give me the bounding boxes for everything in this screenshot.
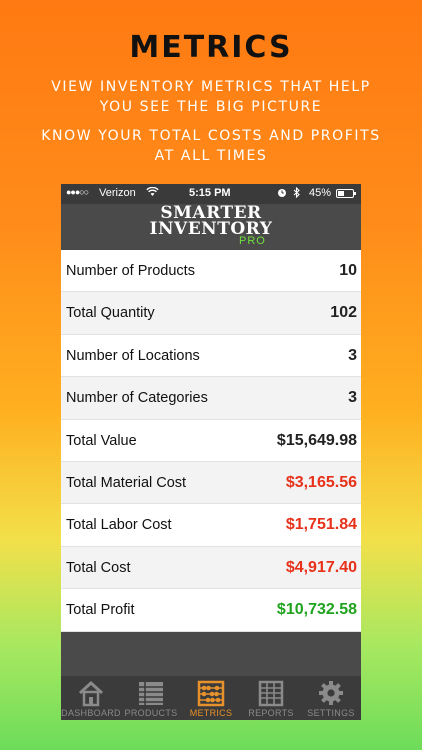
alarm-clock-icon — [277, 187, 287, 201]
metric-row-total-labor-cost: Total Labor Cost $1,751.84 — [61, 504, 361, 547]
tab-products[interactable]: PRODUCTS — [121, 676, 181, 720]
tab-label: REPORTS — [248, 708, 294, 718]
status-bar: ●●●○○ Verizon 5:15 PM 45% — [61, 184, 361, 204]
app-header: SMARTER INVENTORY PRO — [61, 203, 361, 250]
metric-row-total-material-cost: Total Material Cost $3,165.56 — [61, 461, 361, 505]
promo-line-3: KNOW YOUR TOTAL COSTS AND PROFITS — [41, 128, 381, 144]
metric-label: Total Value — [66, 432, 137, 449]
metric-label: Total Quantity — [66, 305, 155, 322]
tab-dashboard[interactable]: DASHBOARD — [61, 676, 121, 720]
metric-value: 3 — [348, 346, 357, 364]
promo-line-1: VIEW INVENTORY METRICS THAT HELP — [51, 79, 371, 95]
tab-settings[interactable]: SETTINGS — [301, 676, 361, 720]
tab-metrics[interactable]: METRICS — [181, 676, 241, 720]
logo-pro-badge: PRO — [239, 235, 266, 247]
metric-value: $3,165.56 — [285, 473, 357, 491]
promo-line-4: AT ALL TIMES — [154, 148, 268, 164]
phone-screen: ●●●○○ Verizon 5:15 PM 45% SMARTER INVENT… — [61, 184, 361, 720]
metric-row-total-cost: Total Cost $4,917.40 — [61, 546, 361, 590]
metric-value: $1,751.84 — [285, 516, 357, 534]
report-sheet-icon — [257, 679, 285, 707]
metric-label: Total Labor Cost — [66, 517, 172, 534]
battery-percent: 45% — [309, 187, 332, 199]
tab-label: SETTINGS — [307, 708, 355, 718]
product-list-icon — [137, 679, 165, 707]
tab-bar: DASHBOARD PRODUCTS METRICS REPORTS SETTI… — [61, 676, 361, 720]
tab-label: DASHBOARD — [61, 708, 121, 718]
logo-line-2: INVENTORY — [149, 219, 273, 239]
tab-label: PRODUCTS — [124, 708, 178, 718]
wifi-icon — [146, 186, 159, 200]
metric-row-number-of-products: Number of Products 10 — [61, 250, 361, 293]
promo-line-2: YOU SEE THE BIG PICTURE — [99, 99, 323, 115]
tab-reports[interactable]: REPORTS — [241, 676, 301, 720]
metric-value: $10,732.58 — [276, 601, 357, 619]
carrier-name: Verizon — [99, 187, 136, 199]
metric-label: Total Cost — [66, 559, 131, 576]
metric-row-number-of-categories: Number of Categories 3 — [61, 377, 361, 420]
metric-label: Total Material Cost — [66, 474, 187, 491]
metric-row-total-profit: Total Profit $10,732.58 — [61, 589, 361, 632]
status-time: 5:15 PM — [189, 187, 231, 199]
metric-label: Number of Products — [66, 263, 195, 279]
metric-value: 10 — [339, 262, 357, 279]
metric-row-total-value: Total Value $15,649.98 — [61, 419, 361, 462]
metric-label: Total Profit — [66, 602, 135, 619]
metric-label: Number of Locations — [66, 347, 200, 364]
promo-title: METRICS — [129, 30, 293, 65]
metric-value: 3 — [348, 389, 357, 407]
metric-value: $15,649.98 — [276, 431, 357, 449]
signal-strength: ●●●○○ — [66, 187, 89, 197]
bluetooth-icon — [293, 186, 301, 201]
metric-value: $4,917.40 — [285, 558, 357, 576]
metric-row-number-of-locations: Number of Locations 3 — [61, 334, 361, 378]
battery-icon — [336, 189, 356, 198]
tab-label: METRICS — [189, 708, 233, 718]
gear-icon — [317, 679, 345, 707]
house-icon — [77, 679, 105, 707]
metric-value: 102 — [330, 304, 357, 322]
abacus-icon — [197, 679, 225, 707]
metrics-list: Number of Products 10 Total Quantity 102… — [61, 250, 361, 632]
metric-label: Number of Categories — [66, 390, 208, 407]
metric-row-total-quantity: Total Quantity 102 — [61, 292, 361, 335]
